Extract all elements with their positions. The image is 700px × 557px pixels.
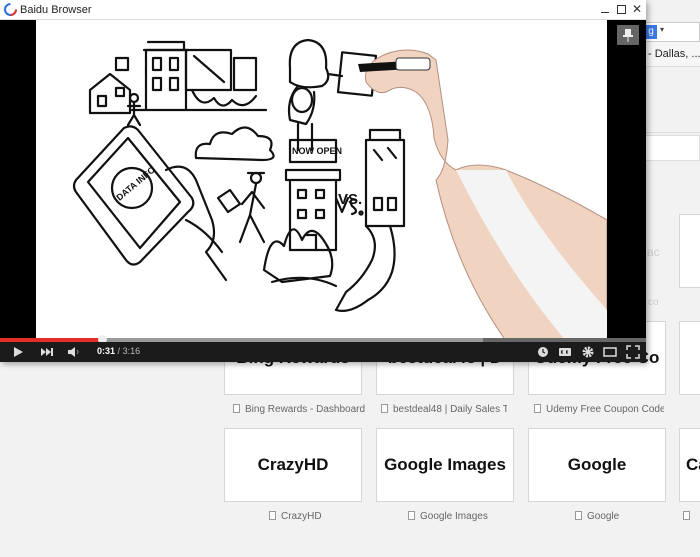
page-icon xyxy=(575,511,582,520)
chevron-down-icon[interactable]: ▾ xyxy=(660,25,664,34)
current-time: 0:31 xyxy=(97,346,116,356)
time-separator: / xyxy=(117,346,121,356)
bookmark-item[interactable]: - Dallas, ... xyxy=(648,48,700,60)
page-icon xyxy=(233,404,240,413)
partial-tile-text: ac xyxy=(647,245,660,259)
tile-caption[interactable]: CrazyHD xyxy=(269,511,339,522)
video-popout-window: Baidu Browser ✕ NOW OPEN DATA INFO VS. 0… xyxy=(0,0,646,362)
close-icon[interactable]: ✕ xyxy=(630,2,644,17)
page-icon xyxy=(683,511,690,520)
next-icon[interactable] xyxy=(40,345,54,359)
time-display: 0:31 / 3:16 xyxy=(97,346,140,356)
pin-icon xyxy=(623,29,633,42)
tile-caption[interactable]: Udemy Free Coupon Codes xyxy=(534,404,664,415)
tile-caption[interactable]: Bing Rewards - Dashboard xyxy=(233,404,383,415)
tile-title: Ca xyxy=(686,455,700,474)
baidu-browser-logo-icon xyxy=(4,3,17,16)
whiteboard-illustration: NOW OPEN DATA INFO VS. xyxy=(72,38,607,341)
google-search-icon[interactable]: g xyxy=(645,25,657,39)
divider xyxy=(640,132,700,133)
theater-icon[interactable] xyxy=(603,345,617,359)
speed-dial-tile[interactable]: Ca xyxy=(679,428,700,502)
window-title: Baidu Browser xyxy=(20,4,92,16)
speed-dial-tile[interactable] xyxy=(679,321,700,395)
tile-caption[interactable] xyxy=(683,511,700,522)
speed-dial-tile[interactable] xyxy=(679,214,700,288)
partial-tile-text: co xyxy=(648,297,659,308)
versus-text: VS. xyxy=(338,191,362,208)
divider xyxy=(640,66,700,67)
page-icon xyxy=(408,511,415,520)
watch-later-icon[interactable] xyxy=(537,345,549,359)
maximize-icon[interactable] xyxy=(614,2,628,17)
tile-caption[interactable]: bestdeal48 | Daily Sales Tre xyxy=(381,404,507,415)
tile-caption[interactable]: Google xyxy=(575,511,635,522)
page-icon xyxy=(381,404,388,413)
tile-title: Google Images xyxy=(384,455,506,474)
tile-caption[interactable]: Google Images xyxy=(408,511,508,522)
sign-text: NOW OPEN xyxy=(292,146,342,156)
minimize-icon[interactable] xyxy=(598,2,612,17)
new-tab-search-input[interactable] xyxy=(644,135,700,161)
speed-dial-tile[interactable]: CrazyHD xyxy=(224,428,362,502)
window-titlebar[interactable]: Baidu Browser ✕ xyxy=(0,0,646,20)
speed-dial-tile[interactable]: Google xyxy=(528,428,666,502)
fullscreen-icon[interactable] xyxy=(626,345,640,359)
search-engine-box[interactable]: g ▾ xyxy=(642,22,700,42)
captions-icon[interactable] xyxy=(558,345,572,359)
video-frame[interactable]: NOW OPEN DATA INFO VS. xyxy=(36,20,607,341)
tile-title: CrazyHD xyxy=(257,455,329,474)
settings-icon[interactable] xyxy=(581,345,595,359)
pin-button[interactable] xyxy=(617,25,639,45)
duration: 3:16 xyxy=(122,346,141,356)
page-icon xyxy=(269,511,276,520)
tile-title: Google xyxy=(567,455,627,474)
play-icon[interactable] xyxy=(12,345,24,359)
speed-dial-tile[interactable]: Google Images xyxy=(376,428,514,502)
page-icon xyxy=(534,404,541,413)
volume-icon[interactable] xyxy=(66,345,80,359)
